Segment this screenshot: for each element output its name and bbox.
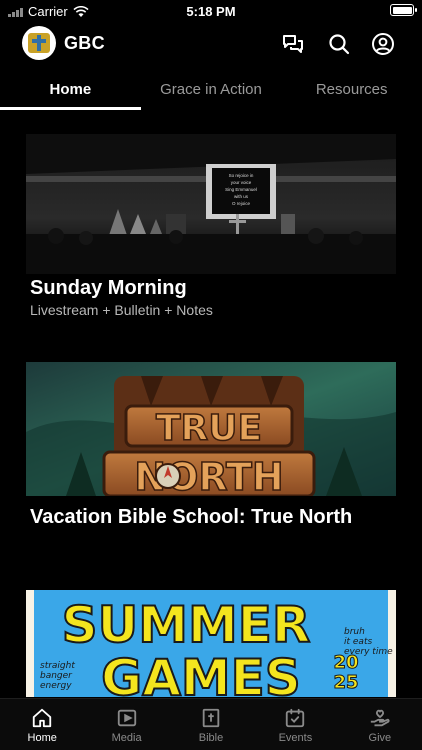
vbs-true-north-image[interactable]: TRUE NORTH (26, 362, 396, 496)
svg-text:GAMES: GAMES (101, 649, 301, 697)
svg-text:with us: with us (234, 194, 249, 199)
svg-text:energy: energy (40, 681, 72, 691)
nav-give[interactable]: Give (338, 699, 422, 750)
bottom-nav: Home Media Bible Events Give (0, 698, 422, 750)
svg-text:Sing Emmanuel: Sing Emmanuel (225, 187, 257, 192)
svg-text:25: 25 (333, 672, 358, 693)
brand-title: GBC (64, 33, 105, 53)
svg-text:TRUE: TRUE (156, 408, 262, 449)
nav-media[interactable]: Media (84, 699, 168, 750)
tab-resources[interactable]: Resources (281, 70, 422, 110)
church-logo[interactable] (22, 26, 56, 60)
clock: 5:18 PM (186, 4, 236, 19)
nav-media-label: Media (111, 732, 142, 744)
battery-icon (390, 4, 417, 16)
card-subtitle: Livestream + Bulletin + Notes (30, 302, 213, 318)
nav-bible-label: Bible (198, 732, 224, 744)
sunday-morning-image[interactable]: So rejoice in your voice Sing Emmanuel w… (26, 134, 396, 274)
search-icon[interactable] (327, 32, 351, 56)
svg-text:O rejoice: O rejoice (232, 201, 251, 206)
card-title[interactable]: Vacation Bible School: True North (30, 506, 352, 529)
home-feed[interactable]: So rejoice in your voice Sing Emmanuel w… (0, 112, 422, 697)
svg-text:every time: every time (344, 647, 393, 657)
svg-text:straight: straight (40, 661, 75, 671)
give-icon (370, 709, 390, 727)
svg-text:bruh: bruh (344, 627, 365, 637)
svg-text:SUMMER: SUMMER (62, 596, 311, 654)
nav-give-label: Give (368, 732, 392, 744)
status-bar: Carrier 5:18 PM (0, 0, 422, 22)
chat-icon[interactable] (281, 32, 305, 56)
calendar-icon (286, 708, 305, 728)
app-header: GBC (0, 24, 422, 64)
svg-text:So rejoice in: So rejoice in (229, 173, 254, 178)
nav-home-label: Home (27, 732, 57, 744)
card-title[interactable]: Sunday Morning (30, 277, 187, 300)
svg-text:your voice: your voice (231, 180, 252, 185)
nav-home[interactable]: Home (0, 699, 84, 750)
nav-bible[interactable]: Bible (169, 699, 253, 750)
summer-games-image[interactable]: SUMMER GAMES 20 25 bruh it eats every ti… (26, 590, 396, 697)
svg-text:it eats: it eats (344, 637, 372, 647)
nav-events-label: Events (278, 732, 313, 744)
profile-icon[interactable] (371, 32, 395, 56)
tab-grace-in-action[interactable]: Grace in Action (141, 70, 282, 110)
media-icon (117, 709, 136, 727)
tab-home[interactable]: Home (0, 70, 141, 110)
home-icon (33, 708, 52, 728)
nav-events[interactable]: Events (253, 699, 337, 750)
bible-icon (202, 708, 220, 728)
top-tabs: Home Grace in Action Resources (0, 70, 422, 110)
svg-text:banger: banger (40, 671, 73, 681)
